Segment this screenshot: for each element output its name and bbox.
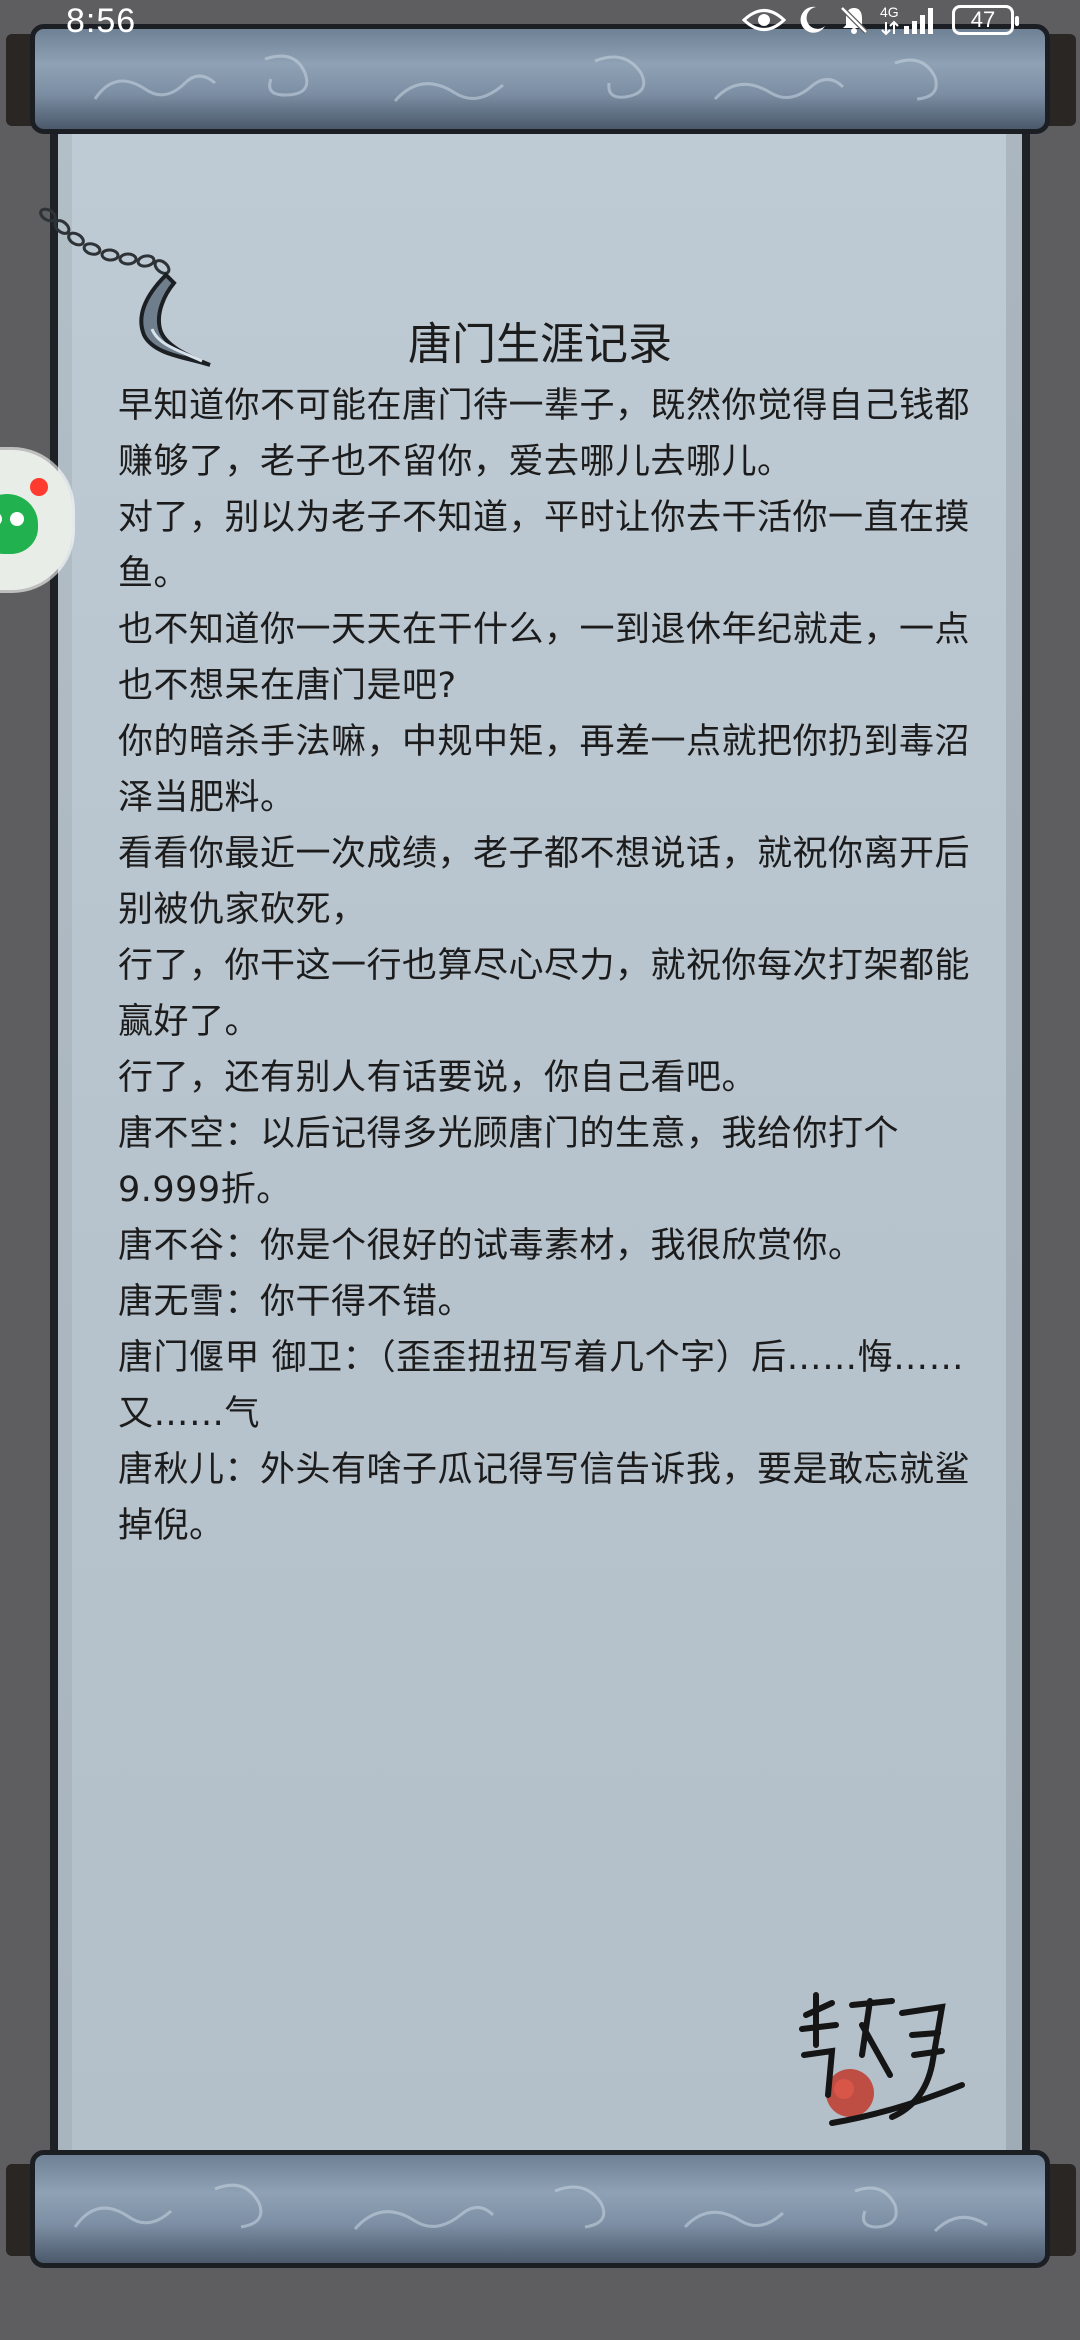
scroll-title: 唐门生涯记录 [408, 319, 672, 370]
scroll-roller-bottom [30, 2150, 1050, 2268]
battery-icon: 47 [952, 5, 1019, 35]
assistant-eye [10, 512, 24, 526]
scroll-body: 早知道你不可能在唐门待一辈子，既然你觉得自己钱都赚够了，老子也不留你，爱去哪儿去… [118, 378, 978, 1554]
scroll-line: 唐秋儿：外头有啥子瓜记得写信告诉我，要是敢忘就鲨掉倪。 [118, 1450, 971, 1546]
scroll-line: 唐无雪：你干得不错。 [118, 1282, 474, 1322]
assistant-face [0, 494, 38, 554]
scroll-line: 也不知道你一天天在干什么，一到退休年纪就走，一点也不想呆在唐门是吧? [118, 610, 971, 706]
scroll-line: 你的暗杀手法嘛，中规中矩，再差一点就把你扔到毒沼泽当肥料。 [118, 722, 971, 818]
network-type: 4G [880, 4, 899, 20]
assistant-eye [0, 512, 2, 526]
scroll-line: 行了，你干这一行也算尽心尽力，就祝你每次打架都能赢好了。 [118, 946, 971, 1042]
scroll-line: 对了，别以为老子不知道，平时让你去干活你一直在摸鱼。 [118, 498, 971, 594]
status-bar: 8:56 4G 47 [0, 0, 1080, 46]
moon-icon [800, 6, 825, 33]
scroll-line: 早知道你不可能在唐门待一辈子，既然你觉得自己钱都赚够了，老子也不留你，爱去哪儿去… [118, 386, 971, 482]
status-time: 8:56 [66, 2, 137, 40]
scroll-line: 行了，还有别人有话要说，你自己看吧。 [118, 1058, 758, 1098]
eye-icon [742, 9, 786, 31]
battery-level: 47 [970, 7, 996, 32]
status-icons: 4G 47 [742, 4, 1019, 36]
signature-seal [799, 1992, 965, 2126]
scroll-line: 唐不谷：你是个很好的试毒素材，我很欣赏你。 [118, 1226, 864, 1266]
scroll-line: 唐门偃甲 御卫：（歪歪扭扭写着几个字）后……悔……又……气 [118, 1338, 965, 1434]
scroll-line: 看看你最近一次成绩，老子都不想说话，就祝你离开后别被仇家砍死， [118, 834, 971, 930]
signal-icon: 4G [880, 4, 933, 36]
notification-dot [30, 478, 48, 496]
scroll-line: 唐不空：以后记得多光顾唐门的生意，我给你打个9.999折。 [118, 1114, 900, 1210]
bell-off-icon [840, 6, 868, 34]
